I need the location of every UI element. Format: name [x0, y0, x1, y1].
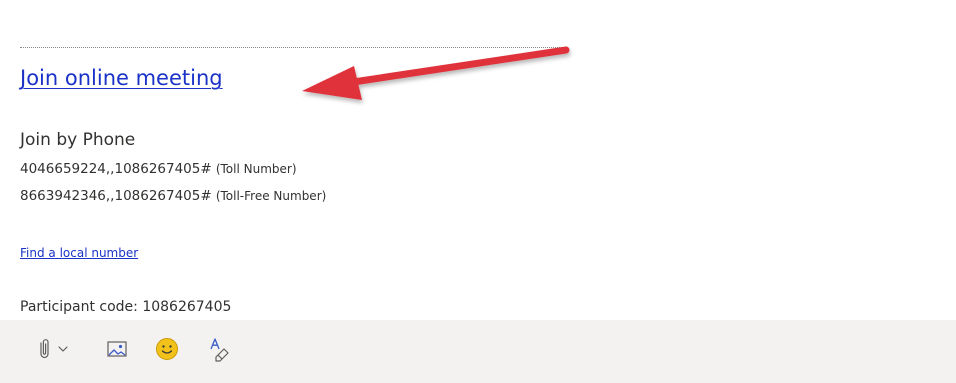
chevron-down-icon — [58, 346, 68, 352]
insert-emoji-button[interactable] — [151, 334, 183, 364]
toll-phone-line: 4046659224,,1086267405# (Toll Number) — [20, 160, 297, 179]
participant-code: Participant code: 1086267405 — [20, 299, 232, 315]
format-painter-button[interactable] — [203, 334, 235, 364]
toll-free-phone-number: 8663942346,,1086267405# — [20, 188, 212, 204]
toll-phone-note: (Toll Number) — [215, 162, 297, 176]
paperclip-icon — [40, 339, 68, 359]
format-text-icon — [210, 338, 229, 362]
find-local-number-link[interactable]: Find a local number — [20, 244, 138, 262]
toll-phone-number: 4046659224,,1086267405# — [20, 161, 212, 177]
attach-file-button[interactable] — [32, 334, 76, 364]
join-by-phone-heading: Join by Phone — [20, 130, 136, 150]
picture-icon — [107, 341, 127, 357]
emoji-icon — [156, 338, 178, 360]
compose-toolbar — [0, 320, 956, 383]
toll-free-phone-note: (Toll-Free Number) — [215, 189, 327, 203]
join-online-meeting-link[interactable]: Join online meeting — [20, 63, 223, 93]
toll-free-phone-line: 8663942346,,1086267405# (Toll-Free Numbe… — [20, 187, 326, 206]
insert-picture-button[interactable] — [101, 334, 133, 364]
message-body[interactable]: Join online meeting Join by Phone 404665… — [0, 0, 956, 320]
red-arrow-annotation — [302, 46, 570, 100]
